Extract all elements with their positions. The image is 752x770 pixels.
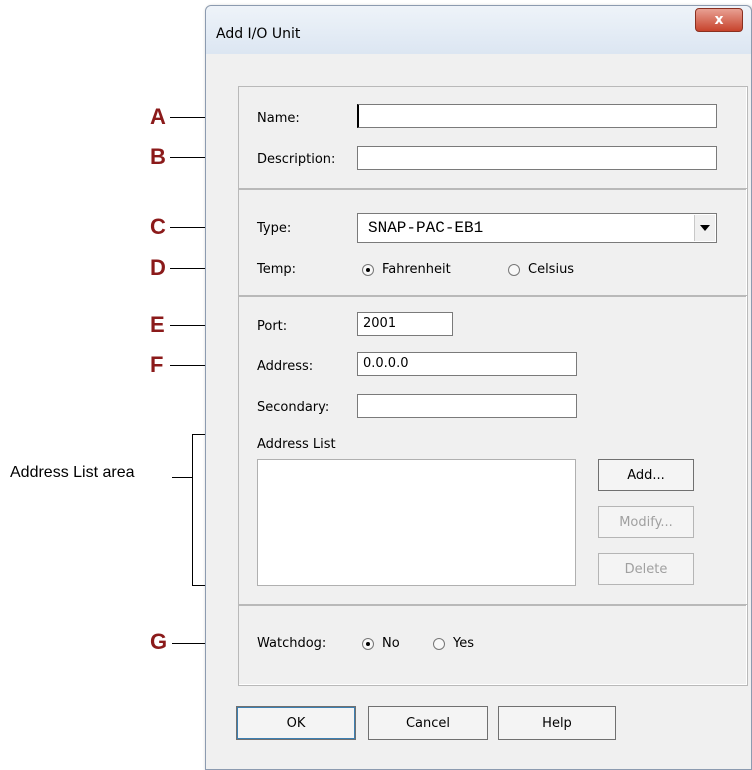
add-io-unit-dialog: Add I/O Unit x Name: Description: Type: … xyxy=(205,5,752,770)
callout-a: A xyxy=(150,104,166,129)
port-input[interactable]: 2001 xyxy=(357,312,453,336)
address-list-bracket-tick xyxy=(172,477,192,478)
address-list-bracket xyxy=(192,434,193,586)
watchdog-yes-label: Yes xyxy=(453,636,474,651)
address-input[interactable]: 0.0.0.0 xyxy=(357,352,577,376)
ok-button[interactable]: OK xyxy=(236,706,356,740)
name-input[interactable] xyxy=(357,104,717,128)
callout-e: E xyxy=(150,312,165,337)
watchdog-no-radio[interactable]: No xyxy=(362,636,400,651)
type-dropdown-value: SNAP-PAC-EB1 xyxy=(368,219,484,237)
type-label: Type: xyxy=(257,221,292,236)
name-section xyxy=(238,86,748,190)
cancel-button[interactable]: Cancel xyxy=(368,706,488,740)
secondary-input[interactable] xyxy=(357,394,577,418)
delete-button[interactable]: Delete xyxy=(598,553,694,585)
name-label: Name: xyxy=(257,111,300,126)
temp-fahrenheit-radio[interactable]: Fahrenheit xyxy=(362,262,451,277)
close-button[interactable]: x xyxy=(695,8,743,32)
callout-d: D xyxy=(150,255,166,280)
radio-checked-icon xyxy=(362,637,374,650)
type-dropdown[interactable]: SNAP-PAC-EB1 xyxy=(357,213,717,243)
watchdog-no-label: No xyxy=(382,636,400,651)
temp-celsius-radio[interactable]: Celsius xyxy=(508,262,574,277)
help-button[interactable]: Help xyxy=(498,706,616,740)
radio-unchecked-icon xyxy=(433,637,445,650)
callout-c: C xyxy=(150,214,166,239)
radio-unchecked-icon xyxy=(508,263,520,276)
address-list-area-label: Address List area xyxy=(10,464,135,481)
modify-button[interactable]: Modify... xyxy=(598,506,694,538)
callout-b: B xyxy=(150,144,166,169)
secondary-label: Secondary: xyxy=(257,400,330,415)
port-label: Port: xyxy=(257,319,288,334)
address-list[interactable] xyxy=(257,459,576,586)
address-label: Address: xyxy=(257,359,314,374)
temp-fahrenheit-label: Fahrenheit xyxy=(382,262,451,277)
description-label: Description: xyxy=(257,152,336,167)
description-input[interactable] xyxy=(357,146,717,170)
watchdog-yes-radio[interactable]: Yes xyxy=(433,636,474,651)
callout-f: F xyxy=(150,352,164,377)
close-icon: x xyxy=(714,12,724,28)
temp-celsius-label: Celsius xyxy=(528,262,575,277)
radio-checked-icon xyxy=(362,263,374,276)
chevron-down-icon[interactable] xyxy=(694,215,715,241)
callout-g: G xyxy=(150,629,168,654)
add-button[interactable]: Add... xyxy=(598,459,694,491)
temp-label: Temp: xyxy=(257,262,297,277)
watchdog-label: Watchdog: xyxy=(257,636,327,651)
address-list-label: Address List xyxy=(257,437,336,452)
title-bar: Add I/O Unit x xyxy=(206,6,751,54)
dialog-title: Add I/O Unit xyxy=(216,26,301,42)
